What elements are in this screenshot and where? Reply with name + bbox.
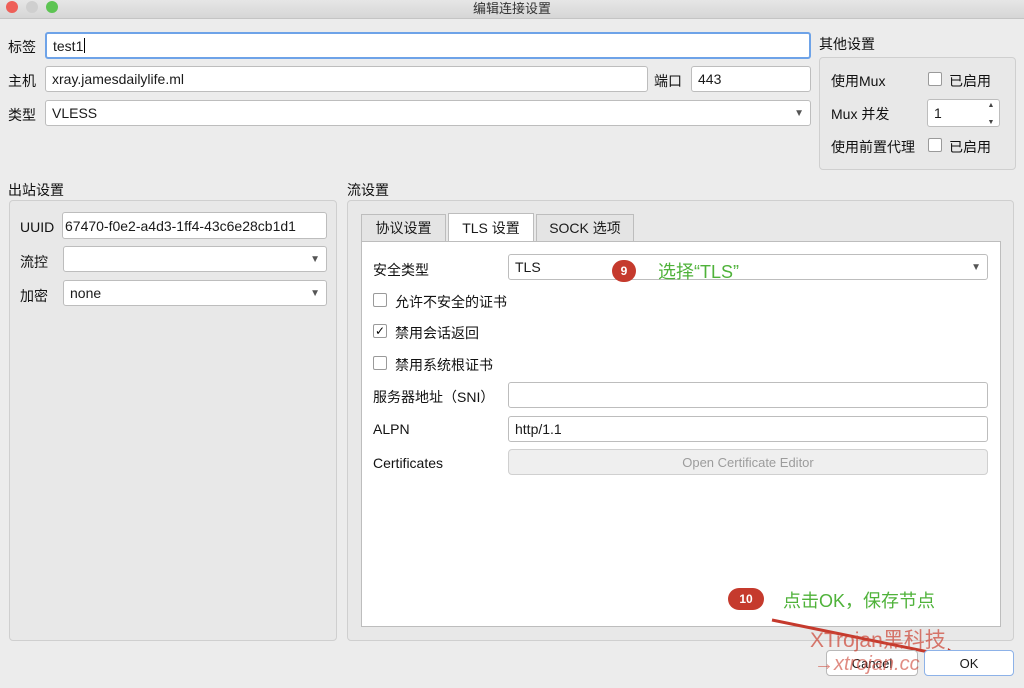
watermark-brand: XTrojan黑科技	[810, 629, 946, 652]
arrow-icon	[771, 618, 966, 664]
watermark-url: →xtrojan.cc	[814, 653, 920, 675]
ok-button-label: OK	[959, 655, 979, 671]
